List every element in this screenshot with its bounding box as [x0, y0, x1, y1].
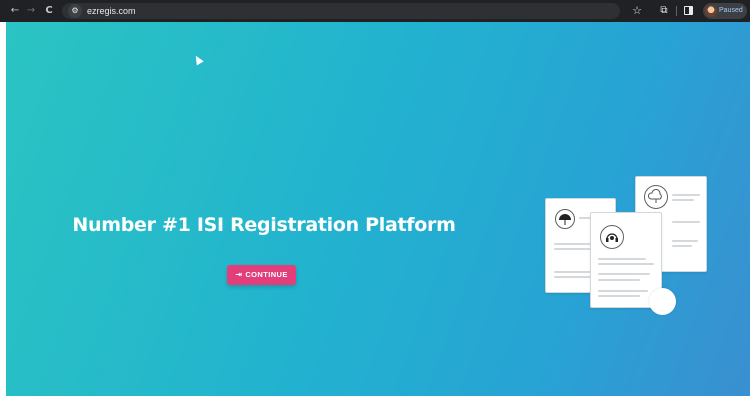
browser-toolbar: ← → C ⚙ ezregis.com ☆ ⧉ Paused: [0, 0, 750, 22]
reload-icon[interactable]: C: [42, 4, 56, 18]
back-arrow-icon[interactable]: ←: [8, 4, 22, 18]
site-settings-icon[interactable]: ⚙: [68, 4, 82, 18]
continue-button[interactable]: ⇥ CONTINUE: [227, 265, 296, 285]
login-icon: ⇥: [235, 270, 243, 279]
avatar[interactable]: [705, 5, 717, 17]
cloud-icon: [644, 185, 668, 209]
page-title: Number #1 ISI Registration Platform: [72, 214, 456, 236]
side-panel-icon[interactable]: [684, 6, 693, 15]
decorative-circle: [649, 288, 676, 315]
headset-icon: [600, 225, 624, 249]
bookmark-star-icon[interactable]: ☆: [630, 4, 644, 18]
continue-label: CONTINUE: [245, 270, 288, 279]
profiles-illustration: [542, 174, 712, 319]
forward-arrow-icon[interactable]: →: [24, 4, 38, 18]
profile-status-label: Paused: [719, 7, 743, 14]
toolbar-divider: [676, 6, 677, 16]
address-bar[interactable]: [62, 3, 620, 19]
hero-section: Number #1 ISI Registration Platform ⇥ CON…: [6, 22, 750, 396]
umbrella-icon: [555, 209, 575, 229]
extensions-icon[interactable]: ⧉: [657, 4, 671, 18]
url-text[interactable]: ezregis.com: [87, 5, 136, 17]
mouse-cursor-icon: [192, 53, 204, 66]
